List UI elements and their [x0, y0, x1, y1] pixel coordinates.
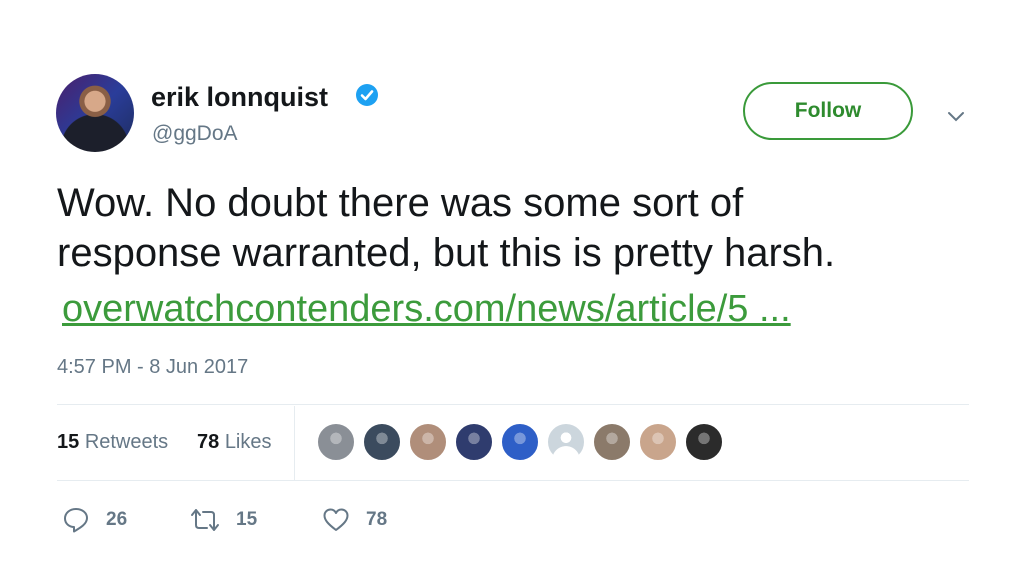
- chevron-down-icon[interactable]: [944, 104, 968, 128]
- divider-top: [57, 404, 969, 405]
- tweet-text-line-2: response warranted, but this is pretty h…: [57, 231, 836, 275]
- likes-stat-count: 78: [197, 431, 220, 453]
- reply-icon: [64, 508, 88, 533]
- default-avatar[interactable]: [546, 422, 586, 462]
- tweet-card: erik lonnquist @ggDoA Follow Wow. No dou…: [0, 0, 1024, 582]
- heart-icon: [323, 508, 349, 531]
- like-count: 78: [366, 509, 388, 530]
- reply-action[interactable]: 26: [62, 506, 127, 534]
- stats-divider: [294, 406, 295, 480]
- liker-avatar-7[interactable]: [592, 422, 632, 462]
- author-handle[interactable]: @ggDoA: [152, 122, 238, 146]
- retweet-icon: [191, 509, 219, 531]
- author-display-name[interactable]: erik lonnquist: [151, 82, 328, 113]
- author-avatar[interactable]: [56, 74, 134, 152]
- likes-stat[interactable]: 78 Likes: [197, 431, 272, 454]
- retweets-stat-count: 15: [57, 431, 80, 453]
- retweet-action[interactable]: 15: [190, 506, 257, 534]
- tweet-timestamp[interactable]: 4:57 PM - 8 Jun 2017: [57, 356, 248, 379]
- liker-avatar-4[interactable]: [454, 422, 494, 462]
- tweet-text: Wow. No doubt there was some sort of res…: [57, 178, 977, 278]
- liker-avatar-1[interactable]: [316, 422, 356, 462]
- retweets-stat[interactable]: 15 Retweets: [57, 431, 168, 454]
- divider-bottom: [57, 480, 969, 481]
- reply-count: 26: [106, 509, 128, 530]
- tweet-link[interactable]: overwatchcontenders.com/news/article/5 .…: [62, 286, 791, 332]
- retweets-stat-label: Retweets: [84, 431, 169, 453]
- like-action[interactable]: 78: [322, 506, 387, 534]
- liker-avatar-9[interactable]: [684, 422, 724, 462]
- likes-stat-label: Likes: [224, 431, 272, 453]
- tweet-text-line-1: Wow. No doubt there was some sort of: [57, 181, 744, 225]
- liker-avatar-8[interactable]: [638, 422, 678, 462]
- retweet-count: 15: [236, 509, 258, 530]
- bottom-edge: [0, 566, 1024, 582]
- follow-button[interactable]: Follow: [743, 82, 913, 140]
- verified-badge-icon: [356, 84, 378, 106]
- liker-avatar-3[interactable]: [408, 422, 448, 462]
- liker-avatar-2[interactable]: [362, 422, 402, 462]
- liker-avatar-5[interactable]: [500, 422, 540, 462]
